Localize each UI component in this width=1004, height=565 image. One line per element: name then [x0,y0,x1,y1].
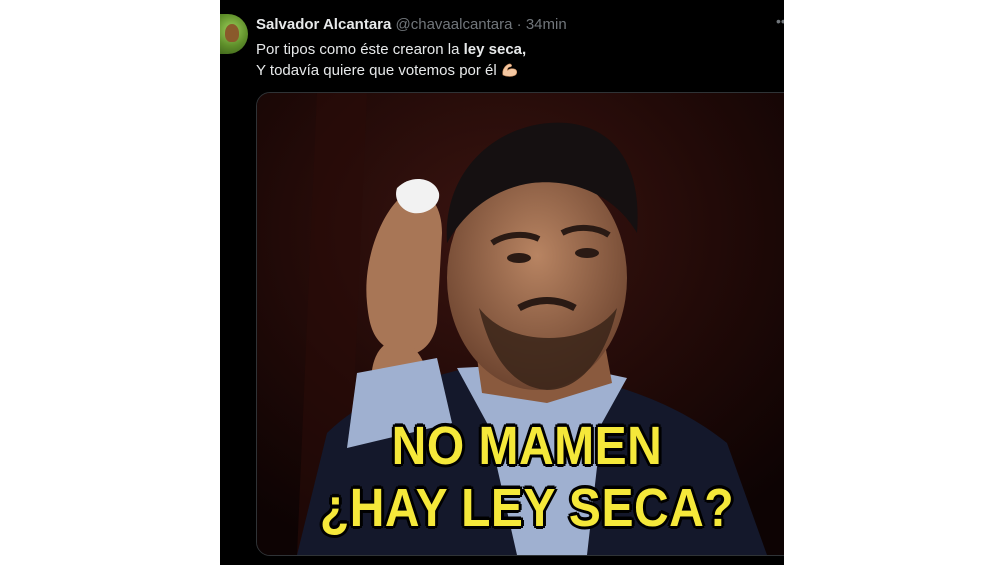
author-handle[interactable]: @chavaalcantara [396,16,513,33]
tweet-text-prefix: Por tipos como éste crearon la [256,41,464,58]
tweet-card[interactable]: Salvador Alcantara @chavaalcantara · 34m… [220,0,784,565]
tweet-text-bold: ley seca, [463,41,527,58]
meme-caption-line-2: ¿HAY LEY SECA? [319,478,735,539]
tweet-text-line-1: Por tipos como éste crearon la ley seca, [256,39,776,60]
screenshot-stage: Salvador Alcantara @chavaalcantara · 34m… [0,0,1004,565]
tweet-text-line-2-text: Y todavía quiere que votemos por él [256,62,497,79]
meme-image[interactable]: NO MAMEN ¿HAY LEY SECA? [256,92,784,556]
tweet-text-line-2: Y todavía quiere que votemos por él [256,60,776,81]
avatar-dog-icon [225,24,239,42]
timestamp[interactable]: 34min [526,16,567,33]
more-icon[interactable]: ••• [776,14,784,28]
meme-caption-line-1: NO MAMEN [391,416,663,477]
tweet-header: Salvador Alcantara @chavaalcantara · 34m… [256,16,567,34]
separator-dot: · [516,16,522,33]
author-name[interactable]: Salvador Alcantara [256,16,391,33]
tweet-text: Por tipos como éste crearon la ley seca,… [256,39,776,81]
avatar[interactable] [220,14,248,54]
flexed-biceps-icon [502,63,517,77]
